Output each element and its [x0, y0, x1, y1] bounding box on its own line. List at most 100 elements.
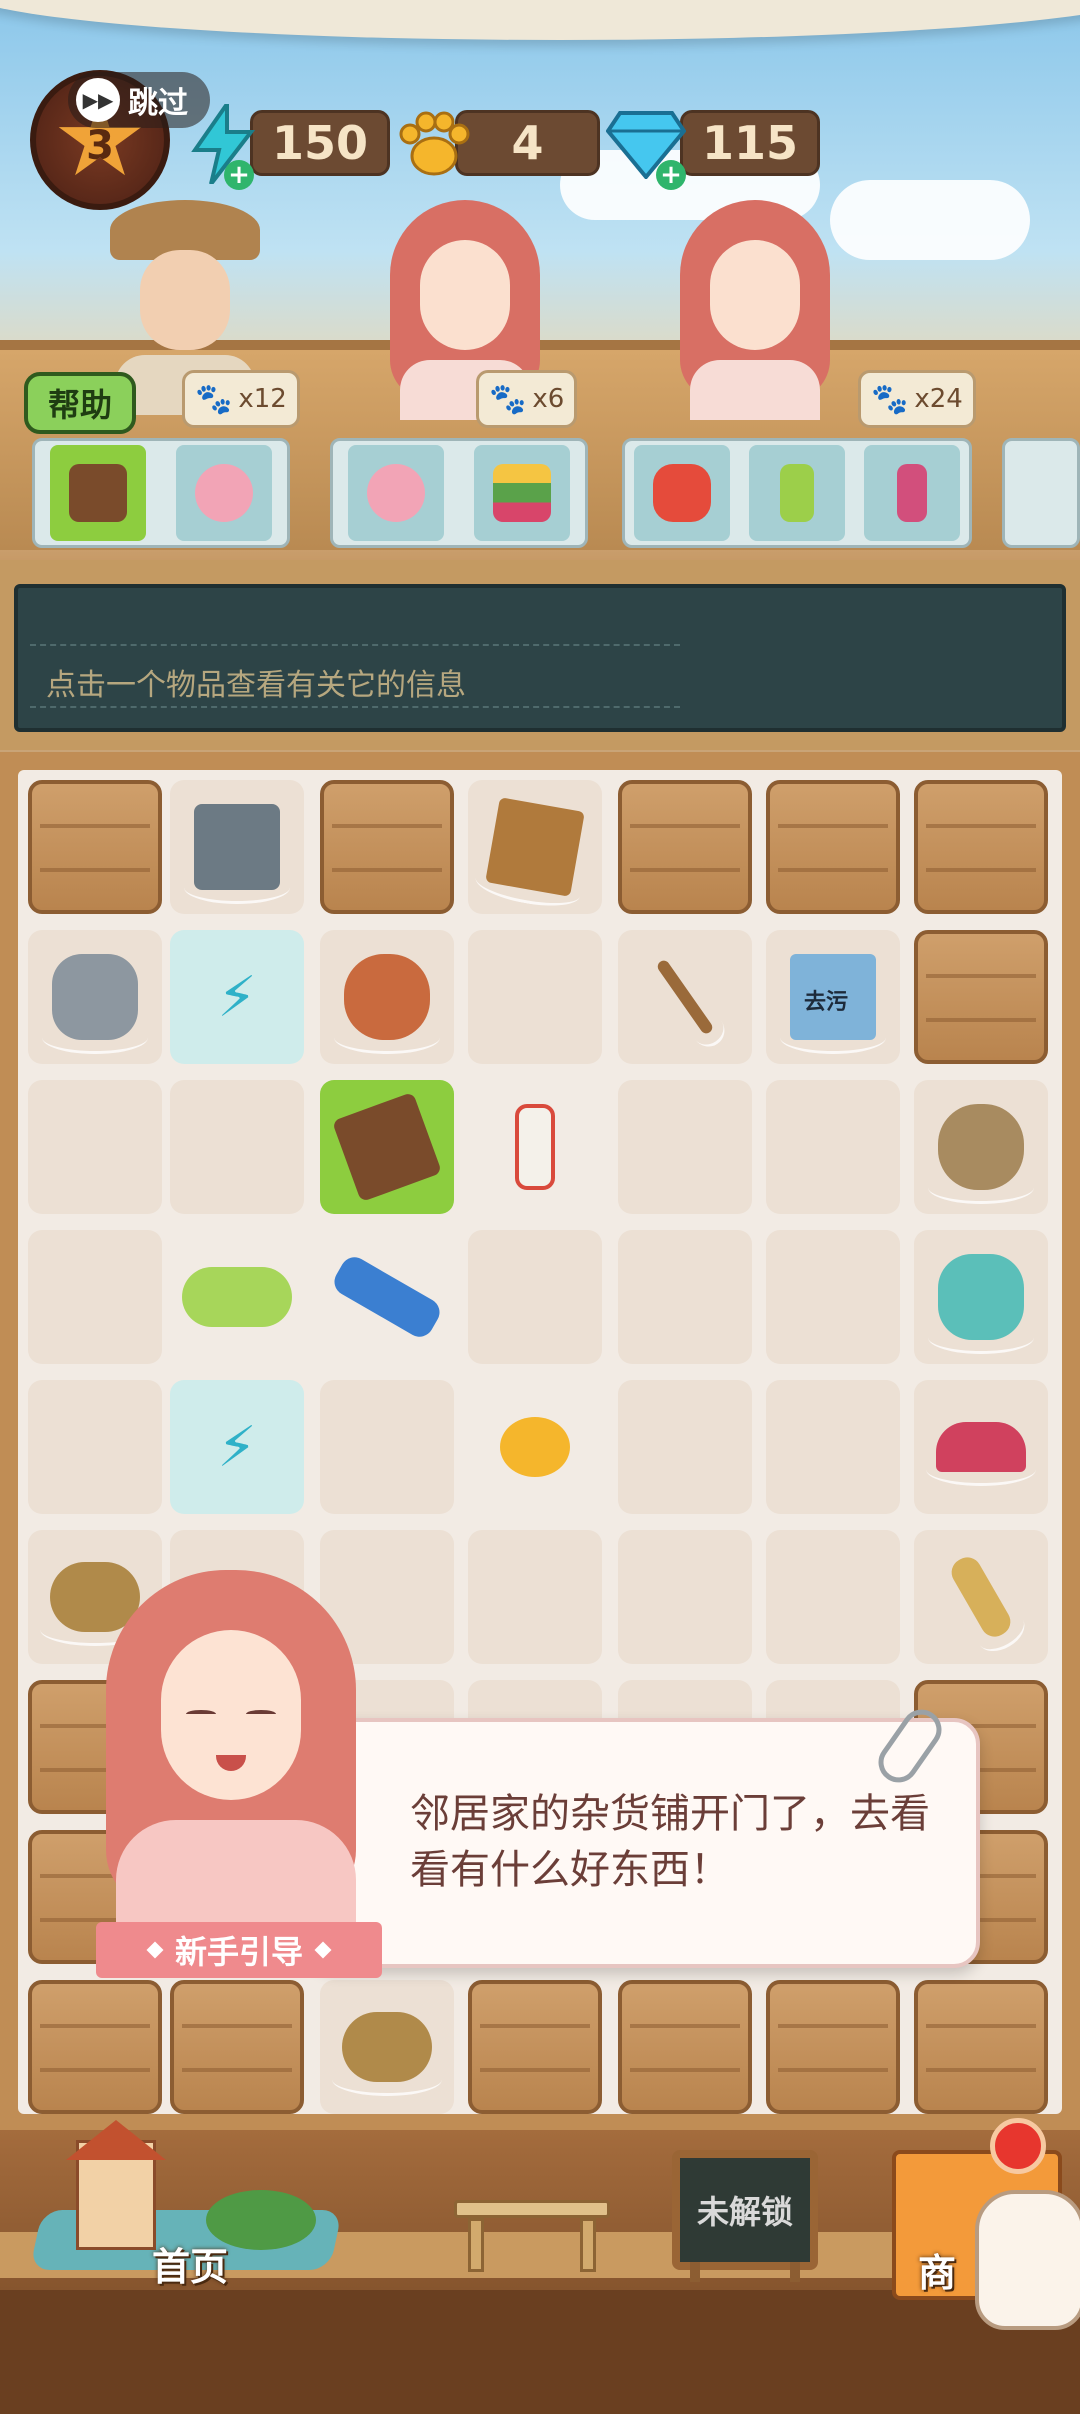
customer-woman-2[interactable]	[670, 200, 840, 420]
toothpaste-icon	[329, 1252, 445, 1342]
board-cell-toothpaste[interactable]	[320, 1230, 454, 1364]
board-crate[interactable]	[766, 1980, 900, 2114]
order-card-2[interactable]	[330, 438, 588, 548]
board-cell-teapot[interactable]	[320, 930, 454, 1064]
cake-icon	[493, 464, 551, 522]
gem-plus-icon[interactable]: +	[656, 160, 686, 190]
feather-duster-icon	[946, 1552, 1016, 1642]
board-cell-mop[interactable]	[914, 1380, 1048, 1514]
board-crate[interactable]	[914, 930, 1048, 1064]
board-cell-empty	[766, 1080, 900, 1214]
board-cell-empty	[766, 1530, 900, 1664]
order-item-cat-pouch[interactable]	[348, 445, 444, 541]
help-button[interactable]: 帮助	[24, 372, 136, 434]
sign-leg	[690, 2262, 700, 2282]
spray-bottle-icon	[779, 464, 814, 522]
board-cell-feather-duster[interactable]	[914, 1530, 1048, 1664]
order-reward-1: 🐾 x12	[182, 370, 300, 428]
skip-label: 跳过	[128, 86, 188, 121]
board-crate[interactable]	[170, 1980, 304, 2114]
lightning-icon: ⚡	[217, 1414, 257, 1480]
board-crate[interactable]	[618, 780, 752, 914]
board-cell-energy-phone[interactable]: ⚡	[170, 1380, 304, 1514]
teapot-icon	[334, 954, 440, 1054]
board-crate[interactable]	[914, 1980, 1048, 2114]
tutorial-hand-pointer	[975, 2190, 1080, 2330]
board-cell-empty	[618, 1530, 752, 1664]
shop-label: 商	[918, 2251, 957, 2295]
board-cell-tin-can[interactable]	[28, 930, 162, 1064]
detergent-label: 去污	[804, 990, 849, 1015]
info-panel	[14, 584, 1066, 732]
reward-count: x6	[532, 384, 565, 414]
board-cell-teal-teapot[interactable]	[914, 1230, 1048, 1364]
board-cell-detergent-bag[interactable]: 去污	[766, 930, 900, 1064]
order-card-4[interactable]	[1002, 438, 1080, 548]
teal-teapot-icon	[928, 1254, 1034, 1354]
lightning-icon: ⚡	[217, 964, 257, 1030]
board-cell-empty	[468, 1230, 602, 1364]
jar-icon	[653, 464, 712, 522]
paw-icon	[394, 104, 474, 184]
coin-stack-icon	[332, 2012, 442, 2096]
locked-sign[interactable]: 未解锁	[672, 2150, 818, 2270]
paw-icon: 🐾	[871, 381, 909, 417]
cat-pouch-icon	[367, 464, 425, 522]
cat-pouch-icon	[195, 464, 253, 522]
notification-dot	[990, 2118, 1046, 2174]
order-item-chocolate[interactable]	[50, 445, 146, 541]
diamond-icon	[146, 1941, 164, 1959]
board-cell-chocolate[interactable]	[320, 1080, 454, 1214]
board-crate[interactable]	[766, 780, 900, 914]
board-cell-thread-spool[interactable]	[914, 1080, 1048, 1214]
board-crate[interactable]	[914, 780, 1048, 914]
board-crate[interactable]	[28, 780, 162, 914]
tutorial-label: 新手引导	[96, 1922, 382, 1978]
board-cell-grill[interactable]	[170, 780, 304, 914]
divider	[30, 644, 680, 646]
board-cell-empty	[766, 1230, 900, 1364]
order-item-cake[interactable]	[474, 445, 570, 541]
floor	[0, 2290, 1080, 2414]
paw-icon: 🐾	[489, 381, 527, 417]
cloud	[830, 180, 1030, 260]
board-cell-energy-box[interactable]: ⚡	[170, 930, 304, 1064]
board-crate[interactable]	[28, 1980, 162, 2114]
chocolate-icon	[331, 1091, 443, 1203]
board-crate[interactable]	[618, 1980, 752, 2114]
board-cell-empty	[170, 1080, 304, 1214]
board-cell-empty	[618, 1230, 752, 1364]
board-cell-empty	[766, 1380, 900, 1514]
board-cell-coin-stack[interactable]	[320, 1980, 454, 2114]
bench-icon[interactable]	[454, 2200, 610, 2272]
order-item-cat-pouch[interactable]	[176, 445, 272, 541]
board-cell-empty	[618, 1080, 752, 1214]
order-card-3[interactable]	[622, 438, 972, 548]
board-cell-wood-plank[interactable]	[468, 780, 602, 914]
board-crate[interactable]	[320, 780, 454, 914]
board-cell-paw-coin[interactable]	[468, 1380, 602, 1514]
level-number: 3	[86, 123, 114, 169]
milk-bottle-icon	[515, 1104, 555, 1190]
board-crate[interactable]	[468, 1980, 602, 2114]
rake-icon	[655, 958, 715, 1036]
fast-forward-icon: ▶▶	[76, 78, 120, 122]
board-cell-soap[interactable]	[170, 1230, 304, 1364]
soap-icon	[182, 1267, 292, 1327]
diamond-icon	[314, 1941, 332, 1959]
order-item-spray[interactable]	[748, 445, 845, 541]
board-cell-empty	[468, 1530, 602, 1664]
order-item-jar[interactable]	[634, 445, 731, 541]
reward-count: x24	[914, 384, 963, 414]
info-text: 点击一个物品查看有关它的信息	[46, 668, 466, 703]
gem-counter: 115	[680, 110, 820, 176]
order-item-brush[interactable]	[863, 445, 960, 541]
order-reward-3: 🐾 x24	[858, 370, 976, 428]
energy-plus-icon[interactable]: +	[224, 160, 254, 190]
paw-counter: 4	[455, 110, 600, 176]
board-cell-milk-bottle[interactable]	[468, 1080, 602, 1214]
order-card-1[interactable]	[32, 438, 290, 548]
board-cell-rake[interactable]	[618, 930, 752, 1064]
board-cell-empty	[28, 1380, 162, 1514]
home-label: 首页	[152, 2245, 229, 2289]
